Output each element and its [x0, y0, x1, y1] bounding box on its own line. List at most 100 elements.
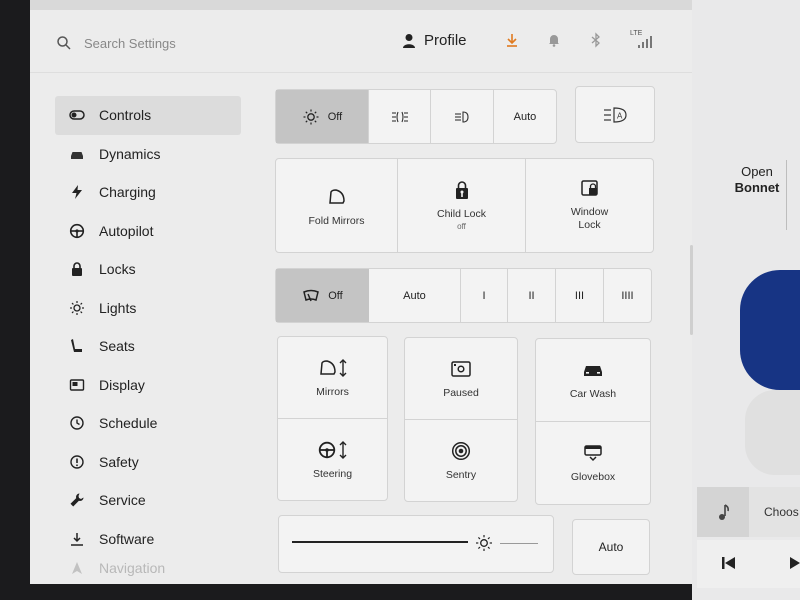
sidebar-item-schedule[interactable]: Schedule: [55, 404, 241, 443]
profile-label: Profile: [424, 32, 467, 49]
safety-icon: [69, 454, 85, 470]
window-lock-label-line2: Lock: [578, 219, 601, 231]
sidebar-item-software[interactable]: Software: [55, 520, 241, 559]
seat-icon: [69, 338, 85, 354]
lights-auto-button[interactable]: Auto: [494, 90, 556, 143]
wiper-speed-2-button[interactable]: II: [508, 269, 555, 322]
brightness-slider-panel: [278, 515, 554, 573]
brightness-slider-fill[interactable]: [292, 541, 468, 543]
fold-mirrors-button[interactable]: Fold Mirrors: [276, 169, 397, 244]
wiper-speed-label: II: [528, 289, 535, 302]
child-lock-button[interactable]: Child Lock off: [398, 165, 525, 245]
media-player-card[interactable]: Choos: [697, 487, 800, 537]
auto-high-beam-button[interactable]: A: [575, 86, 655, 143]
top-strip: [30, 0, 692, 10]
glovebox-icon: [584, 445, 602, 462]
sidebar-item-label: Display: [99, 376, 145, 393]
wiper-speed-label: III: [574, 289, 585, 302]
wipers-control: Off Auto I II III IIII: [275, 268, 652, 323]
mirrors-adjust-button[interactable]: Mirrors: [278, 337, 387, 418]
headlights-button[interactable]: [431, 90, 493, 143]
sidebar-item-service[interactable]: Service: [55, 481, 241, 520]
glovebox-button[interactable]: Glovebox: [536, 422, 650, 504]
mirrors-steering-panel: Mirrors Steering: [277, 336, 388, 501]
steering-wheel-icon: [69, 223, 85, 239]
svg-text:A: A: [617, 111, 623, 120]
bell-icon[interactable]: [546, 32, 562, 48]
wiper-speed-3-button[interactable]: III: [556, 269, 603, 322]
vehicle-image: [740, 270, 800, 390]
bluetooth-icon[interactable]: [588, 32, 604, 48]
sidebar-item-controls[interactable]: Controls: [55, 96, 241, 135]
sidebar-item-safety[interactable]: Safety: [55, 443, 241, 482]
camera-sentry-panel: Paused Sentry: [404, 337, 518, 502]
open-bonnet-line1: Open: [741, 164, 773, 179]
auto-high-beam-content: A: [576, 87, 654, 142]
sidebar-item-label: Autopilot: [99, 222, 154, 239]
sidebar-item-display[interactable]: Display: [55, 366, 241, 405]
lock-icon: [69, 261, 85, 277]
car-wash-label: Car Wash: [569, 388, 617, 400]
steering-label: Steering: [312, 467, 353, 480]
sidebar-item-label: Controls: [99, 107, 152, 124]
wrench-icon: [69, 492, 85, 508]
wipers-auto-button[interactable]: Auto: [369, 269, 460, 322]
divider: [786, 160, 787, 230]
dashcam-button[interactable]: Paused: [405, 338, 517, 419]
sidebar-item-locks[interactable]: Locks: [55, 250, 241, 289]
steering-adjust-button[interactable]: Steering: [278, 419, 387, 500]
window-lock-label-line1: Window: [570, 206, 609, 218]
lights-control: Off Auto: [275, 89, 557, 144]
wiper-speed-1-button[interactable]: I: [461, 269, 507, 322]
wipers-off-button[interactable]: Off: [276, 269, 369, 322]
lights-off-button[interactable]: Off: [276, 90, 368, 143]
child-lock-icon: [455, 180, 468, 199]
clock-icon: [69, 415, 85, 431]
sidebar-item-charging[interactable]: Charging: [55, 173, 241, 212]
sentry-label: Sentry: [445, 468, 477, 481]
sidebar-item-label: Software: [99, 530, 155, 547]
scrollbar[interactable]: [690, 245, 693, 335]
mirrors-locks-panel: Fold Mirrors Child Lock off Window Lock: [275, 158, 654, 253]
wiper-speed-4-button[interactable]: IIII: [604, 269, 651, 322]
car-wash-button[interactable]: Car Wash: [536, 339, 650, 421]
sidebar-item-label: Locks: [99, 261, 136, 278]
play-icon[interactable]: [789, 556, 800, 570]
media-controls: [697, 540, 800, 588]
parking-lights-button[interactable]: [369, 90, 430, 143]
brightness-auto-button[interactable]: Auto: [572, 519, 650, 575]
car-wash-icon: [584, 366, 602, 376]
sidebar-item-dynamics[interactable]: Dynamics: [55, 135, 241, 174]
toggle-icon: [69, 107, 85, 123]
sidebar-item-seats[interactable]: Seats: [55, 327, 241, 366]
lights-off-label: Off: [327, 110, 343, 123]
open-bonnet-button[interactable]: Open Bonnet: [730, 164, 784, 196]
window-lock-button[interactable]: Window Lock: [526, 165, 653, 245]
open-bonnet-line2: Bonnet: [734, 180, 780, 195]
sun-icon: [303, 109, 319, 124]
brightness-icon[interactable]: [474, 534, 494, 552]
sun-icon: [69, 300, 85, 316]
sidebar-item-autopilot[interactable]: Autopilot: [55, 212, 241, 251]
sidebar-item-label: Safety: [99, 453, 139, 470]
sentry-button[interactable]: Sentry: [405, 420, 517, 501]
search-field[interactable]: Search Settings: [56, 35, 176, 51]
download-icon[interactable]: [504, 32, 520, 48]
sidebar-item-navigation[interactable]: Navigation: [55, 558, 241, 578]
previous-track-icon[interactable]: [721, 556, 737, 570]
steering-adjust-icon: [318, 440, 346, 459]
sidebar-item-lights[interactable]: Lights: [55, 289, 241, 328]
dashcam-status-label: Paused: [443, 386, 479, 399]
child-lock-state: off: [457, 221, 466, 231]
glovebox-label: Glovebox: [570, 471, 616, 483]
bolt-icon: [69, 184, 85, 200]
brightness-auto-content: Auto: [573, 520, 649, 574]
profile-button[interactable]: Profile: [402, 32, 467, 49]
brightness-slider-track[interactable]: [500, 543, 538, 544]
wipers-off-label: Off: [328, 289, 343, 302]
top-bar: Search Settings Profile LTE: [30, 14, 692, 73]
dashcam-icon: [451, 360, 471, 377]
mirror-icon: [328, 188, 345, 204]
car-icon: [69, 146, 85, 162]
sidebar-item-label: Service: [99, 492, 146, 509]
